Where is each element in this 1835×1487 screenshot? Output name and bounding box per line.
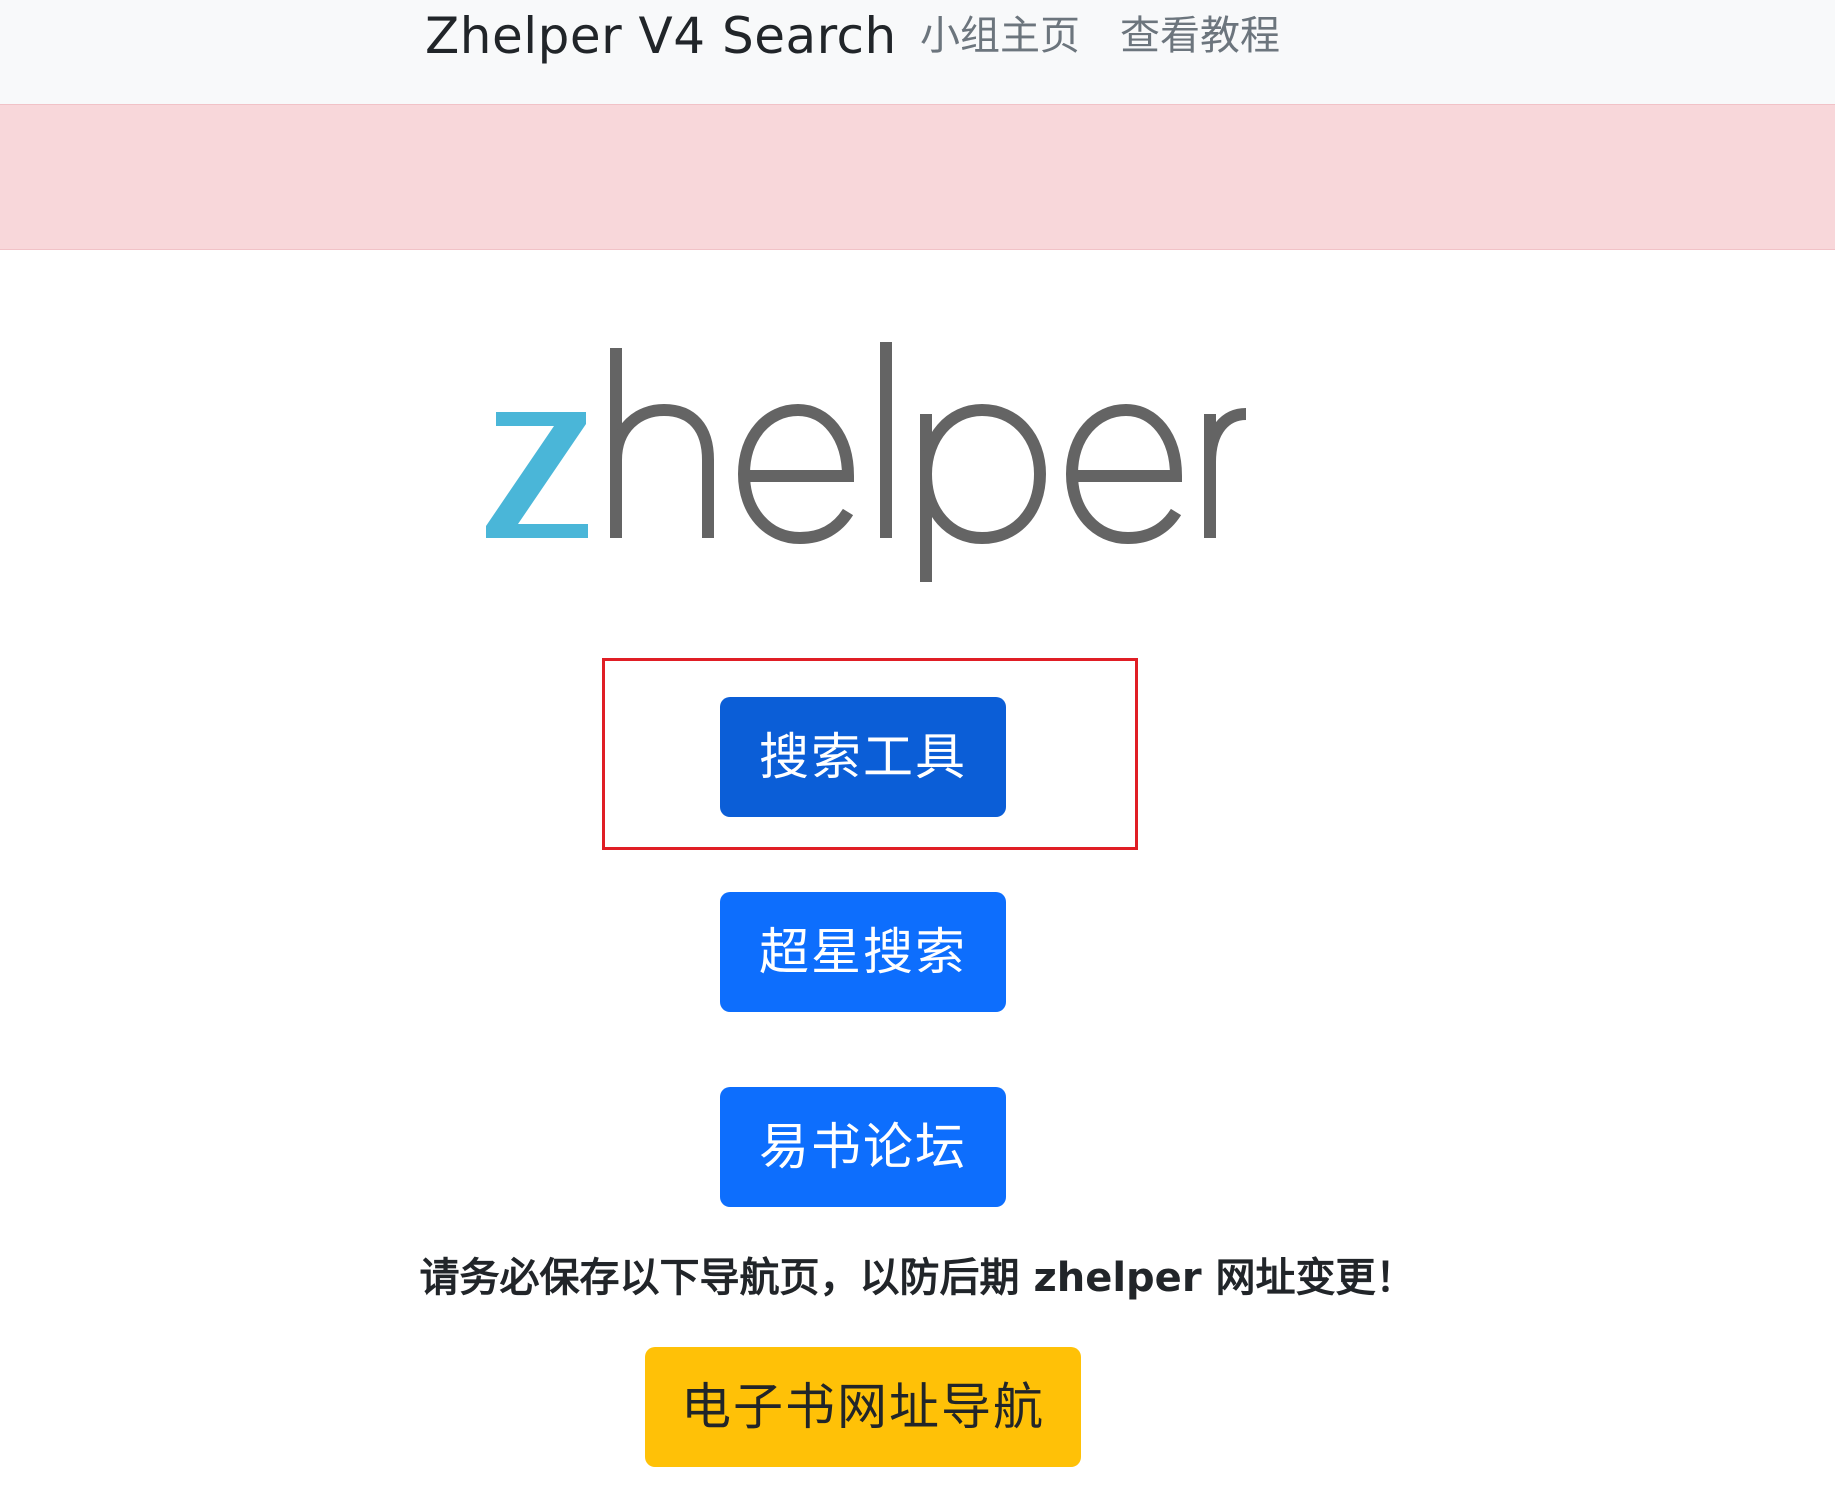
alert-banner (0, 104, 1835, 250)
logo-letters-helper (610, 342, 1246, 582)
nav-link-tutorial[interactable]: 查看教程 (1120, 10, 1280, 62)
zhelper-logo (486, 342, 1246, 582)
ebook-navigation-button[interactable]: 电子书网址导航 (645, 1347, 1081, 1467)
search-tool-button[interactable]: 搜索工具 (720, 697, 1006, 817)
chaoxing-search-button[interactable]: 超星搜索 (720, 892, 1006, 1012)
save-navigation-notice: 请务必保存以下导航页，以防后期 zhelper 网址变更！ (419, 1255, 1416, 1301)
navbar-brand[interactable]: Zhelper V4 Search (425, 4, 897, 68)
logo-letter-z (486, 412, 588, 538)
nav-link-group-home[interactable]: 小组主页 (920, 10, 1080, 62)
yishu-forum-button[interactable]: 易书论坛 (720, 1087, 1006, 1207)
top-navbar: Zhelper V4 Search 小组主页 查看教程 (0, 0, 1835, 105)
